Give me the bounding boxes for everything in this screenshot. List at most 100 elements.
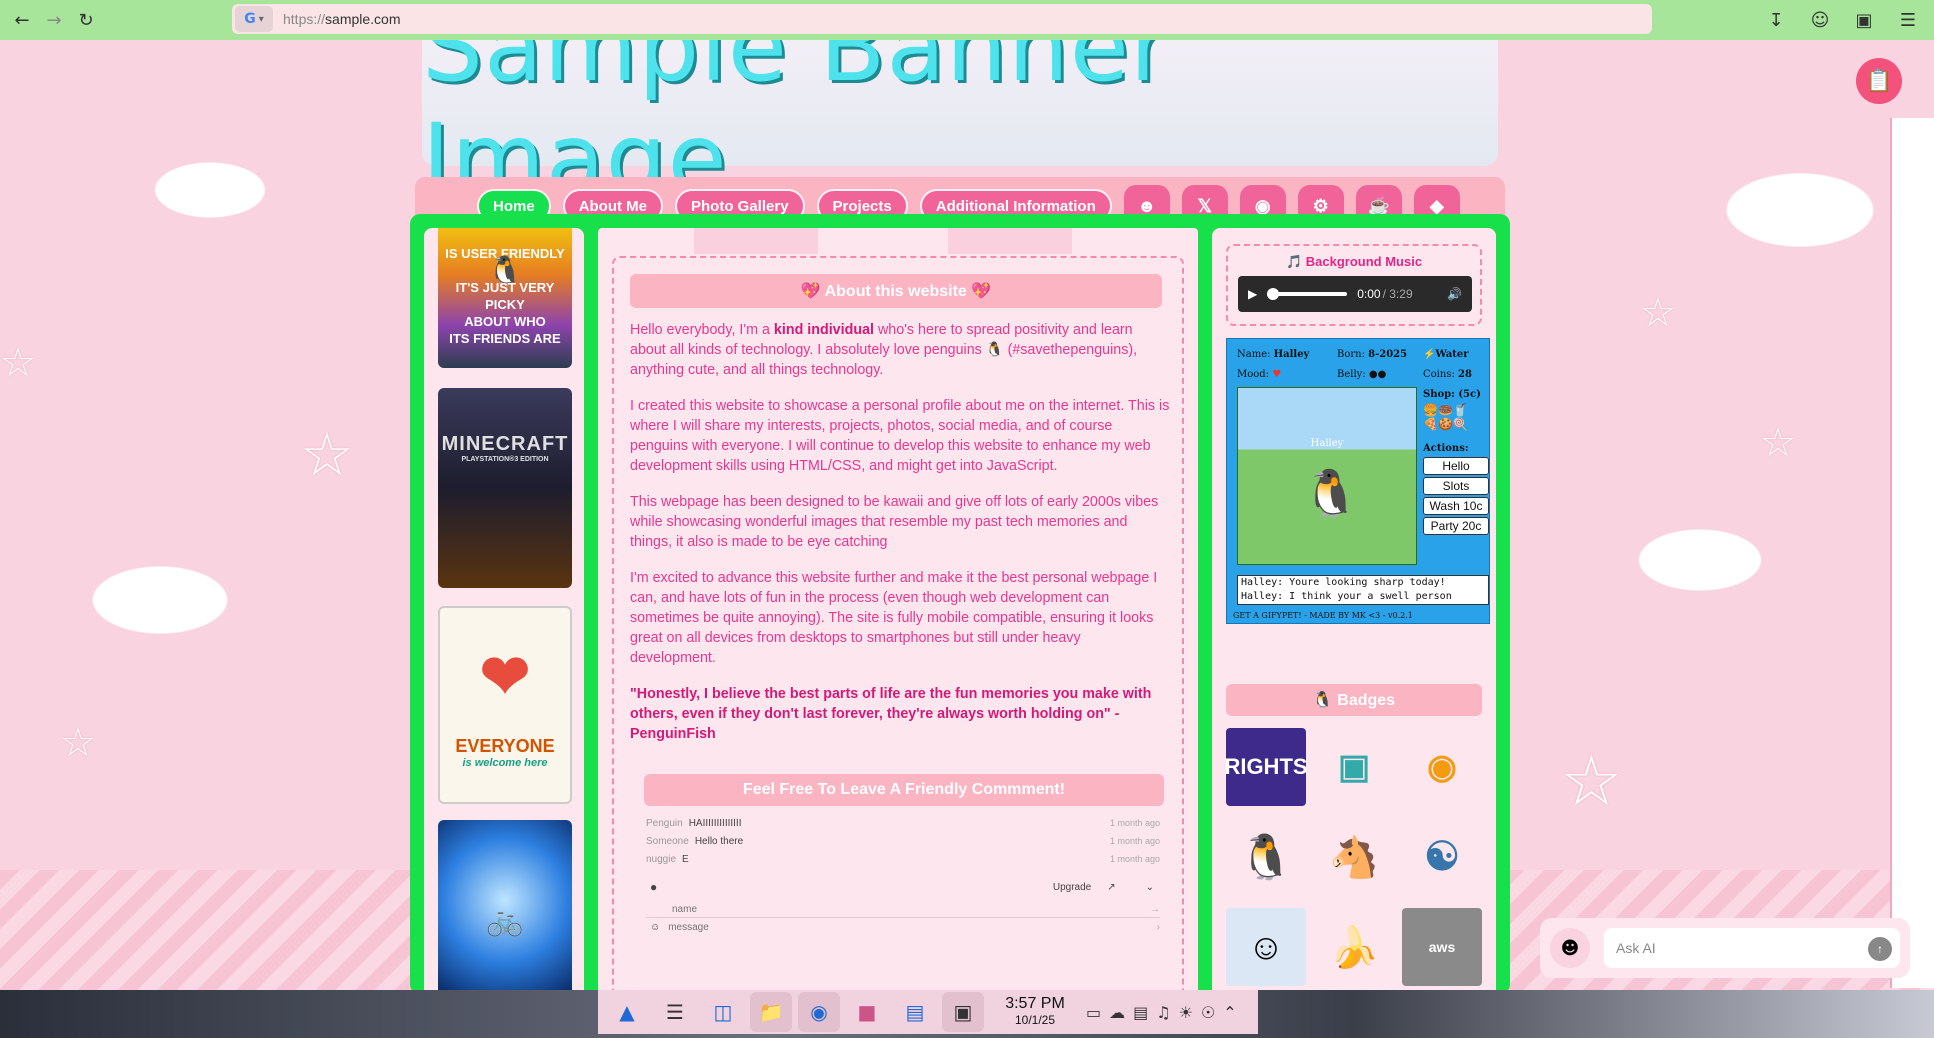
current-time: 0:00 xyxy=(1357,287,1381,301)
comment-row: Someone Hello there 1 month ago xyxy=(646,836,1160,847)
upgrade-link[interactable]: Upgrade xyxy=(1053,882,1091,893)
minecraft-image[interactable]: MINECRAFT PLAYSTATION®3 EDITION xyxy=(438,388,572,588)
comment-message-input[interactable] xyxy=(668,922,1109,933)
music-widget: 🎵 Background Music ▶ 0:00/ 3:29 🔊 xyxy=(1226,244,1482,326)
clock-date: 10/1/25 xyxy=(1014,1013,1056,1027)
badge-pony[interactable]: 🐴 xyxy=(1314,818,1394,896)
search-engine-badge[interactable]: G ▾ xyxy=(235,6,273,32)
badge-anime[interactable]: ☺ xyxy=(1226,908,1306,986)
color-picker-icon[interactable]: ■ xyxy=(846,992,888,1032)
store-app-icon[interactable]: ◫ xyxy=(702,992,744,1032)
seek-slider[interactable] xyxy=(1267,288,1348,300)
account-icon[interactable]: ☺ xyxy=(1804,4,1836,36)
penguin-icon: 🐧 xyxy=(487,255,523,286)
url-host: sample.com xyxy=(325,11,401,27)
network-icon[interactable]: ☁ xyxy=(1109,1003,1125,1022)
extensions-icon[interactable]: ▣ xyxy=(1848,4,1880,36)
badge-aws-penguin[interactable]: aws xyxy=(1402,908,1482,986)
actions-label: Actions: xyxy=(1423,443,1469,454)
heart-icon: ♥ xyxy=(1272,369,1282,380)
files-app-icon[interactable]: 📁 xyxy=(750,992,792,1032)
emoji-icon[interactable]: ☺ xyxy=(650,922,660,933)
badge-linux-penguin[interactable]: 🐧 xyxy=(1226,818,1306,896)
ask-ai-widget: ☻ Ask AI ↑ xyxy=(1540,918,1910,978)
pet-scene[interactable]: Halley 🐧 xyxy=(1237,387,1417,565)
desktop-icon[interactable]: ▭ xyxy=(1086,1003,1101,1022)
system-tray: ▭ ☁ ▤ ♫ ☀ ☉ ⌃ xyxy=(1086,1003,1237,1022)
clipboard-button[interactable]: 📋 xyxy=(1856,58,1902,104)
image-text: is welcome here xyxy=(462,756,548,769)
user-icon[interactable]: ● xyxy=(650,880,657,894)
login-icon[interactable]: → xyxy=(1150,904,1160,915)
send-icon[interactable]: ↑ xyxy=(1868,937,1892,961)
address-bar[interactable]: G ▾ https://sample.com xyxy=(232,4,1652,34)
download-icon[interactable]: ↧ xyxy=(1760,4,1792,36)
comment-row: nuggie E 1 month ago xyxy=(646,854,1160,865)
shop-label: Shop: (5c) xyxy=(1423,389,1481,400)
globe-icon[interactable]: ☉ xyxy=(1201,1003,1215,1022)
google-icon: G xyxy=(244,11,256,27)
about-paragraph: Hello everybody, I'm a kind individual w… xyxy=(630,320,1170,380)
log-line: Halley: I think your a swell person xyxy=(1241,591,1452,602)
forward-icon[interactable]: → xyxy=(38,4,70,36)
external-link-icon[interactable]: ↗ xyxy=(1107,882,1115,893)
comment-box-title: Feel Free To Leave A Friendly Commment! xyxy=(644,774,1164,806)
comment-author: nuggie xyxy=(646,854,677,865)
decoration xyxy=(948,228,1072,254)
send-icon[interactable]: › xyxy=(1157,922,1160,933)
comment-text: HAIIIIIIIIIIIIII xyxy=(688,818,742,829)
ask-ai-input[interactable]: Ask AI ↑ xyxy=(1604,928,1900,968)
image-text: ITS FRIENDS ARE xyxy=(449,331,561,346)
virtual-pet-widget: Name: Halley Born: 8-2025 ⚡Water Mood: ♥… xyxy=(1226,338,1490,624)
volume-icon[interactable]: 🔊 xyxy=(1447,287,1462,301)
url-protocol: https:// xyxy=(283,11,326,27)
firefox-icon[interactable]: ◉ xyxy=(798,992,840,1032)
quote: "Honestly, I believe the best parts of l… xyxy=(630,686,1152,742)
image-text: MINECRAFT xyxy=(441,433,569,455)
star-decoration: ☆ xyxy=(1640,290,1676,336)
brightness-icon[interactable]: ☀ xyxy=(1179,1003,1193,1022)
badge-banana[interactable]: 🍌 xyxy=(1314,908,1394,986)
play-icon[interactable]: ▶ xyxy=(1248,287,1257,301)
name-row: → xyxy=(646,904,1160,918)
comment-time: 1 month ago xyxy=(1109,854,1160,864)
pet-party-button[interactable]: Party 20c xyxy=(1423,517,1489,535)
chevron-down-icon[interactable]: ⌄ xyxy=(1146,882,1154,893)
url-text[interactable]: https://sample.com xyxy=(283,11,401,27)
reload-icon[interactable]: ↻ xyxy=(70,4,102,36)
pet-slots-button[interactable]: Slots xyxy=(1423,477,1489,495)
assistant-avatar: ☻ xyxy=(1550,928,1590,968)
badge-food[interactable]: ◉ xyxy=(1402,728,1482,806)
settings-app-icon[interactable]: ☰ xyxy=(654,992,696,1032)
everyone-welcome-image[interactable]: ❤ EVERYONE is welcome here xyxy=(438,606,572,804)
back-icon[interactable]: ← xyxy=(6,4,38,36)
clipboard-icon[interactable]: ▤ xyxy=(1133,1003,1148,1022)
pet-wash-button[interactable]: Wash 10c xyxy=(1423,497,1489,515)
comment-text: Hello there xyxy=(694,836,744,847)
pet-name: Halley xyxy=(1273,349,1310,360)
chevron-up-icon[interactable]: ⌃ xyxy=(1223,1003,1236,1022)
site-banner: Sample Banner Image xyxy=(422,40,1498,215)
side-panel-edge xyxy=(1890,118,1934,988)
comment-name-input[interactable] xyxy=(672,904,1112,915)
clock[interactable]: 3:57 PM 10/1/25 xyxy=(990,996,1080,1028)
et-moon-image[interactable]: 🚲 xyxy=(438,820,572,1008)
comment-time: 1 month ago xyxy=(1109,836,1160,846)
os-taskbar: ▲ ☰ ◫ 📁 ◉ ■ ▤ ▣ 3:57 PM 10/1/25 ▭ ☁ ▤ ♫ … xyxy=(0,990,1934,1038)
menu-icon[interactable]: ☰ xyxy=(1892,4,1924,36)
penguin-picky-image[interactable]: IS USER FRIENDLY 🐧 IT'S JUST VERY PICKY … xyxy=(438,228,572,368)
badge-bmo[interactable]: ▣ xyxy=(1314,728,1394,806)
image-text: EVERYONE xyxy=(455,735,555,756)
docs-app-icon[interactable]: ▤ xyxy=(894,992,936,1032)
arch-launcher-icon[interactable]: ▲ xyxy=(606,992,648,1032)
screenshot-app-icon[interactable]: ▣ xyxy=(942,992,984,1032)
music-icon[interactable]: ♫ xyxy=(1156,1003,1170,1022)
label: Born: xyxy=(1337,349,1365,360)
pet-hello-button[interactable]: Hello xyxy=(1423,457,1489,475)
comment-row: Penguin HAIIIIIIIIIIIIII 1 month ago xyxy=(646,818,1160,829)
badge-rights[interactable]: RIGHTS xyxy=(1224,728,1308,806)
comment-author: Someone xyxy=(646,836,689,847)
about-paragraph: I created this website to showcase a per… xyxy=(630,398,1170,474)
shop-items[interactable]: 🍔🍩🥤 🍕🍪🍭 xyxy=(1423,403,1468,431)
badge-python[interactable]: ☯ xyxy=(1402,818,1482,896)
